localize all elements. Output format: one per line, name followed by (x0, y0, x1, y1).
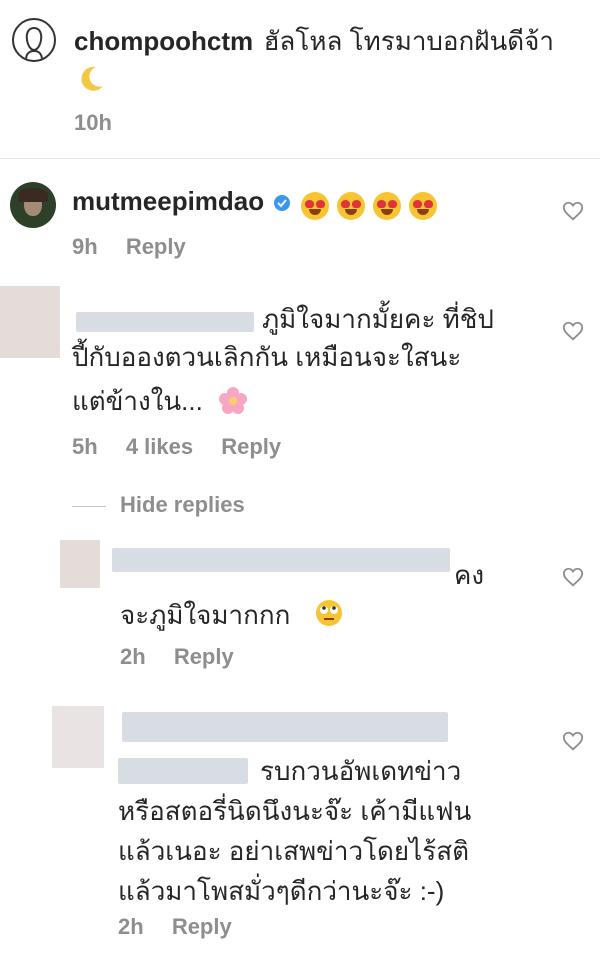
comment-meta: 2h Reply (118, 914, 254, 940)
pink-flower-icon (218, 386, 248, 416)
heart-eyes-emoji (337, 191, 366, 220)
verified-badge-icon (273, 194, 291, 217)
redacted-username (76, 312, 254, 332)
redacted-username (112, 548, 450, 572)
profile-silhouette-icon (25, 26, 43, 60)
reply-button[interactable]: Reply (172, 914, 232, 939)
comment-meta: 9h Reply (72, 234, 208, 260)
comment-time: 9h (72, 234, 98, 259)
comment-meta: 10h (74, 110, 134, 136)
likes-count[interactable]: 4 likes (126, 434, 193, 459)
comment-text-line: รบกวนอัพเดทข่าว (260, 756, 462, 786)
comment-text-line: คง (454, 560, 485, 590)
rolling-eyes-emoji (314, 598, 344, 628)
comment-text-line: แล้วมาโพสมั่วๆดีกว่านะจ๊ะ :-) (118, 876, 445, 906)
heart-eyes-emoji (301, 191, 330, 220)
comment-text-line: แต่ข้างใน... (72, 386, 203, 416)
comment-time: 2h (120, 644, 146, 669)
avatar[interactable] (12, 18, 56, 62)
redacted-username (122, 712, 448, 742)
comment-username[interactable]: chompoohctm (74, 26, 253, 56)
avatar[interactable] (0, 286, 60, 358)
avatar[interactable] (52, 706, 104, 768)
comment-time: 5h (72, 434, 98, 459)
comment-meta: 5h 4 likes Reply (72, 434, 303, 460)
comment-time: 2h (118, 914, 144, 939)
hide-replies-line (72, 506, 106, 507)
avatar[interactable] (10, 182, 56, 228)
heart-outline-icon[interactable] (562, 566, 584, 593)
comment-text-line: จะภูมิใจมากกก (120, 600, 291, 630)
heart-eyes-emoji (409, 191, 438, 220)
reply-button[interactable]: Reply (174, 644, 234, 669)
reply-button[interactable]: Reply (221, 434, 281, 459)
comment-text: ฮัลโหล โทรมาบอกฝันดีจ้า (263, 26, 555, 56)
heart-eyes-emoji (373, 191, 402, 220)
comment-text-line: ปี้กับอองตวนเลิกกัน เหมือนจะใสนะ (72, 342, 462, 372)
comment-text-line: หรือสตอรี่นิดนึงนะจ๊ะ เค้ามีแฟน (118, 796, 472, 826)
divider (0, 158, 600, 159)
comment-text-line: ภูมิใจมากมั้ยคะ ที่ชิป (262, 304, 494, 334)
reply-button[interactable]: Reply (126, 234, 186, 259)
comment-time: 10h (74, 110, 112, 135)
comment-text-line: แล้วเนอะ อย่าเสพข่าวโดยไร้สติ (118, 836, 469, 866)
comment-body: mutmeepimdao (72, 186, 445, 220)
heart-outline-icon[interactable] (562, 200, 584, 227)
comment-meta: 2h Reply (120, 644, 256, 670)
comment-username[interactable]: mutmeepimdao (72, 186, 264, 216)
comment-body: chompoohctm ฮัลโหล โทรมาบอกฝันดีจ้า (74, 22, 594, 60)
hide-replies-button[interactable]: Hide replies (120, 492, 245, 518)
crescent-moon-icon (76, 64, 106, 94)
heart-outline-icon[interactable] (562, 320, 584, 347)
heart-outline-icon[interactable] (562, 730, 584, 757)
redacted-username (118, 758, 248, 784)
avatar[interactable] (60, 540, 100, 588)
